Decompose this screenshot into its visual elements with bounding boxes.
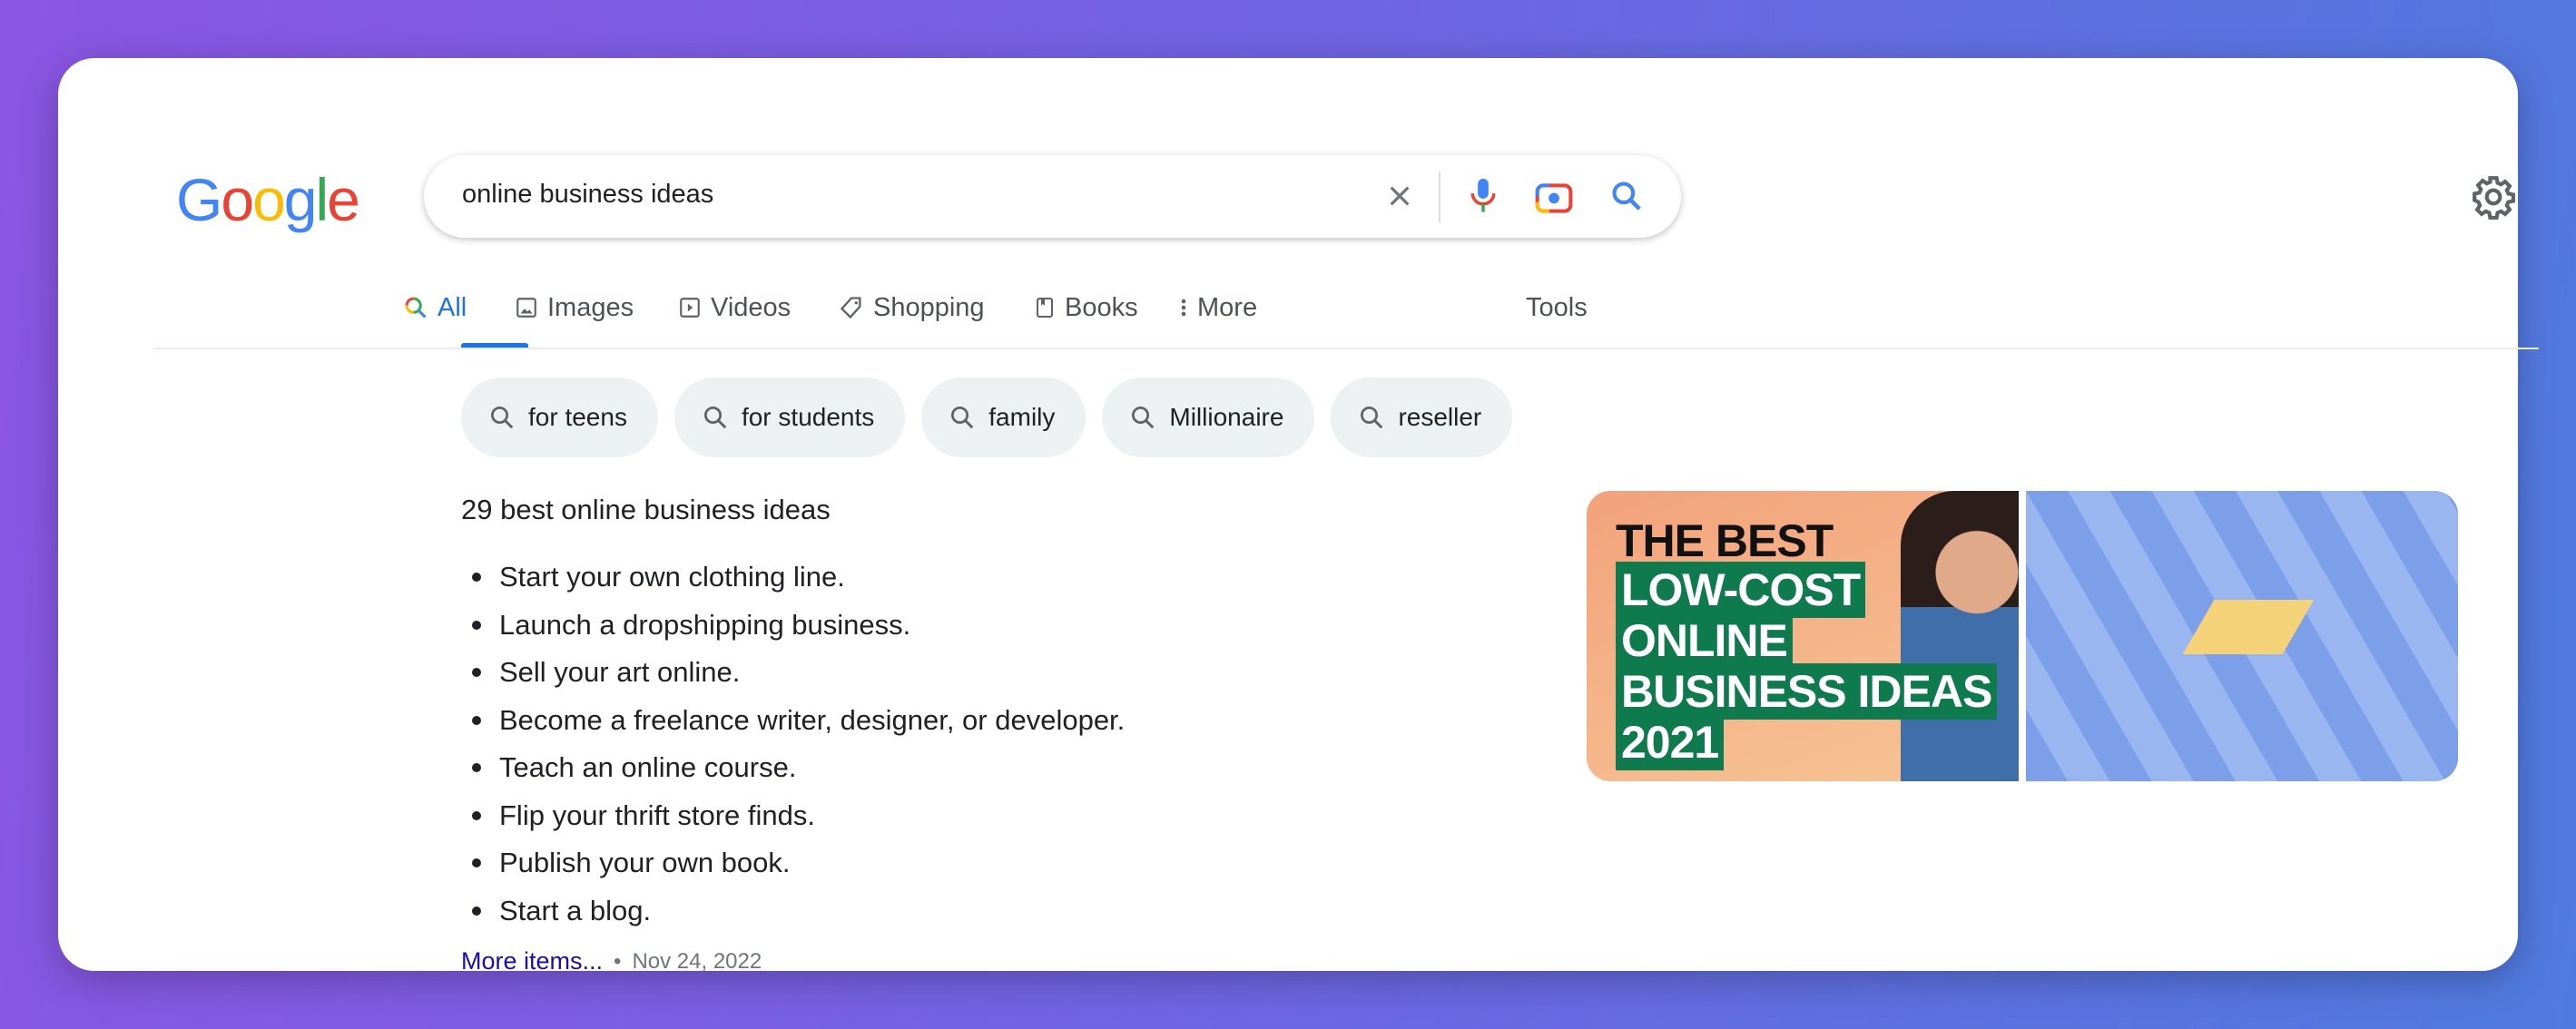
- logo-letter: o: [221, 166, 254, 233]
- snippet-heading: 29 best online business ideas: [461, 494, 831, 525]
- snippet-list: Start your own clothing line. Launch a d…: [461, 554, 1125, 935]
- list-item: Become a freelance writer, designer, or …: [461, 697, 1125, 745]
- separator-dot: •: [614, 948, 622, 974]
- tab-label: Videos: [711, 292, 791, 322]
- refinement-chips: for teens for students family Millionair…: [461, 377, 1513, 457]
- search-icon: [1361, 407, 1383, 429]
- image-icon: [516, 298, 536, 318]
- tab-label: Shopping: [873, 292, 985, 322]
- mic-icon[interactable]: [1460, 173, 1506, 219]
- more-items-link[interactable]: More items...: [461, 947, 603, 975]
- search-submit-icon[interactable]: [1604, 173, 1649, 219]
- logo-letter: G: [176, 166, 222, 233]
- gear-icon[interactable]: [2471, 174, 2516, 220]
- thumbnail-low-cost-ideas[interactable]: THE BEST LOW-COST ONLINE BUSINESS IDEAS …: [1587, 491, 2019, 781]
- play-icon: [680, 298, 700, 318]
- search-icon: [491, 407, 514, 429]
- google-logo[interactable]: Google: [176, 165, 360, 234]
- logo-letter: l: [315, 166, 329, 233]
- tab-label: More: [1197, 292, 1258, 322]
- person-photo: [1901, 491, 2019, 781]
- chip-label: for students: [741, 403, 875, 431]
- thumb-text: THE BEST: [1616, 515, 1834, 566]
- list-item: Launch a dropshipping business.: [461, 602, 1125, 650]
- tab-videos[interactable]: Videos: [678, 289, 791, 326]
- search-input[interactable]: online business ideas: [462, 180, 713, 210]
- snippet-images: THE BEST LOW-COST ONLINE BUSINESS IDEAS …: [1587, 491, 2458, 781]
- tab-all[interactable]: All: [403, 289, 467, 326]
- tag-icon: [840, 297, 861, 319]
- thumb-text: ONLINE: [1616, 612, 1793, 669]
- list-item: Flip your thrift store finds.: [461, 792, 1125, 840]
- results-card: Google online business ideas All Images …: [58, 58, 2539, 975]
- logo-letter: o: [252, 166, 286, 233]
- list-item: Sell your art online.: [461, 649, 1125, 697]
- close-icon[interactable]: [1377, 173, 1422, 219]
- tab-books[interactable]: Books: [1034, 289, 1138, 326]
- tab-more[interactable]: More: [1179, 289, 1257, 326]
- tab-label: All: [438, 292, 467, 322]
- tab-label: Books: [1065, 292, 1138, 322]
- chip-label: Millionaire: [1169, 403, 1284, 431]
- chip-label: reseller: [1398, 403, 1482, 431]
- list-item: Start your own clothing line.: [461, 554, 1125, 602]
- thumb-text: 2021: [1616, 714, 1725, 770]
- search-icon: [405, 297, 427, 318]
- list-item: Start a blog.: [461, 887, 1125, 936]
- chip-label: family: [988, 403, 1056, 431]
- search-icon: [703, 407, 727, 429]
- thumb-text: BUSINESS IDEAS: [1616, 663, 1998, 720]
- book-icon: [1037, 298, 1053, 318]
- search-box[interactable]: online business ideas: [424, 155, 1681, 238]
- logo-letter: g: [283, 166, 318, 233]
- list-item: Teach an online course.: [461, 744, 1125, 792]
- tab-shopping[interactable]: Shopping: [839, 289, 985, 326]
- search-divider: [1439, 172, 1440, 222]
- search-tabs: All Images Videos Shopping Books More To…: [58, 289, 2518, 349]
- snippet-footer: More items... • Nov 24, 2022: [461, 947, 762, 975]
- search-icon: [951, 407, 974, 429]
- chip-reseller[interactable]: reseller: [1331, 377, 1513, 457]
- chip-for-teens[interactable]: for teens: [461, 377, 658, 457]
- highlighted-cubicle: [2182, 600, 2315, 654]
- lens-camera-icon[interactable]: [1531, 173, 1577, 219]
- thumbnail-office-illustration[interactable]: [2026, 491, 2458, 781]
- tab-label: Images: [547, 292, 634, 322]
- tools-button[interactable]: Tools: [1526, 289, 1588, 326]
- thumb-text: LOW-COST: [1616, 562, 1866, 618]
- chip-label: for teens: [528, 403, 627, 431]
- logo-letter: e: [327, 166, 360, 233]
- kebab-icon: [1181, 299, 1186, 317]
- tab-images[interactable]: Images: [515, 289, 634, 326]
- list-item: Publish your own book.: [461, 839, 1125, 887]
- chip-for-students[interactable]: for students: [673, 377, 906, 457]
- snippet-date: Nov 24, 2022: [632, 948, 762, 974]
- chip-millionaire[interactable]: Millionaire: [1102, 377, 1315, 457]
- chip-family[interactable]: family: [921, 377, 1086, 457]
- search-icon: [1132, 407, 1155, 429]
- tabs-divider: [153, 348, 2539, 349]
- tools-label: Tools: [1526, 292, 1588, 322]
